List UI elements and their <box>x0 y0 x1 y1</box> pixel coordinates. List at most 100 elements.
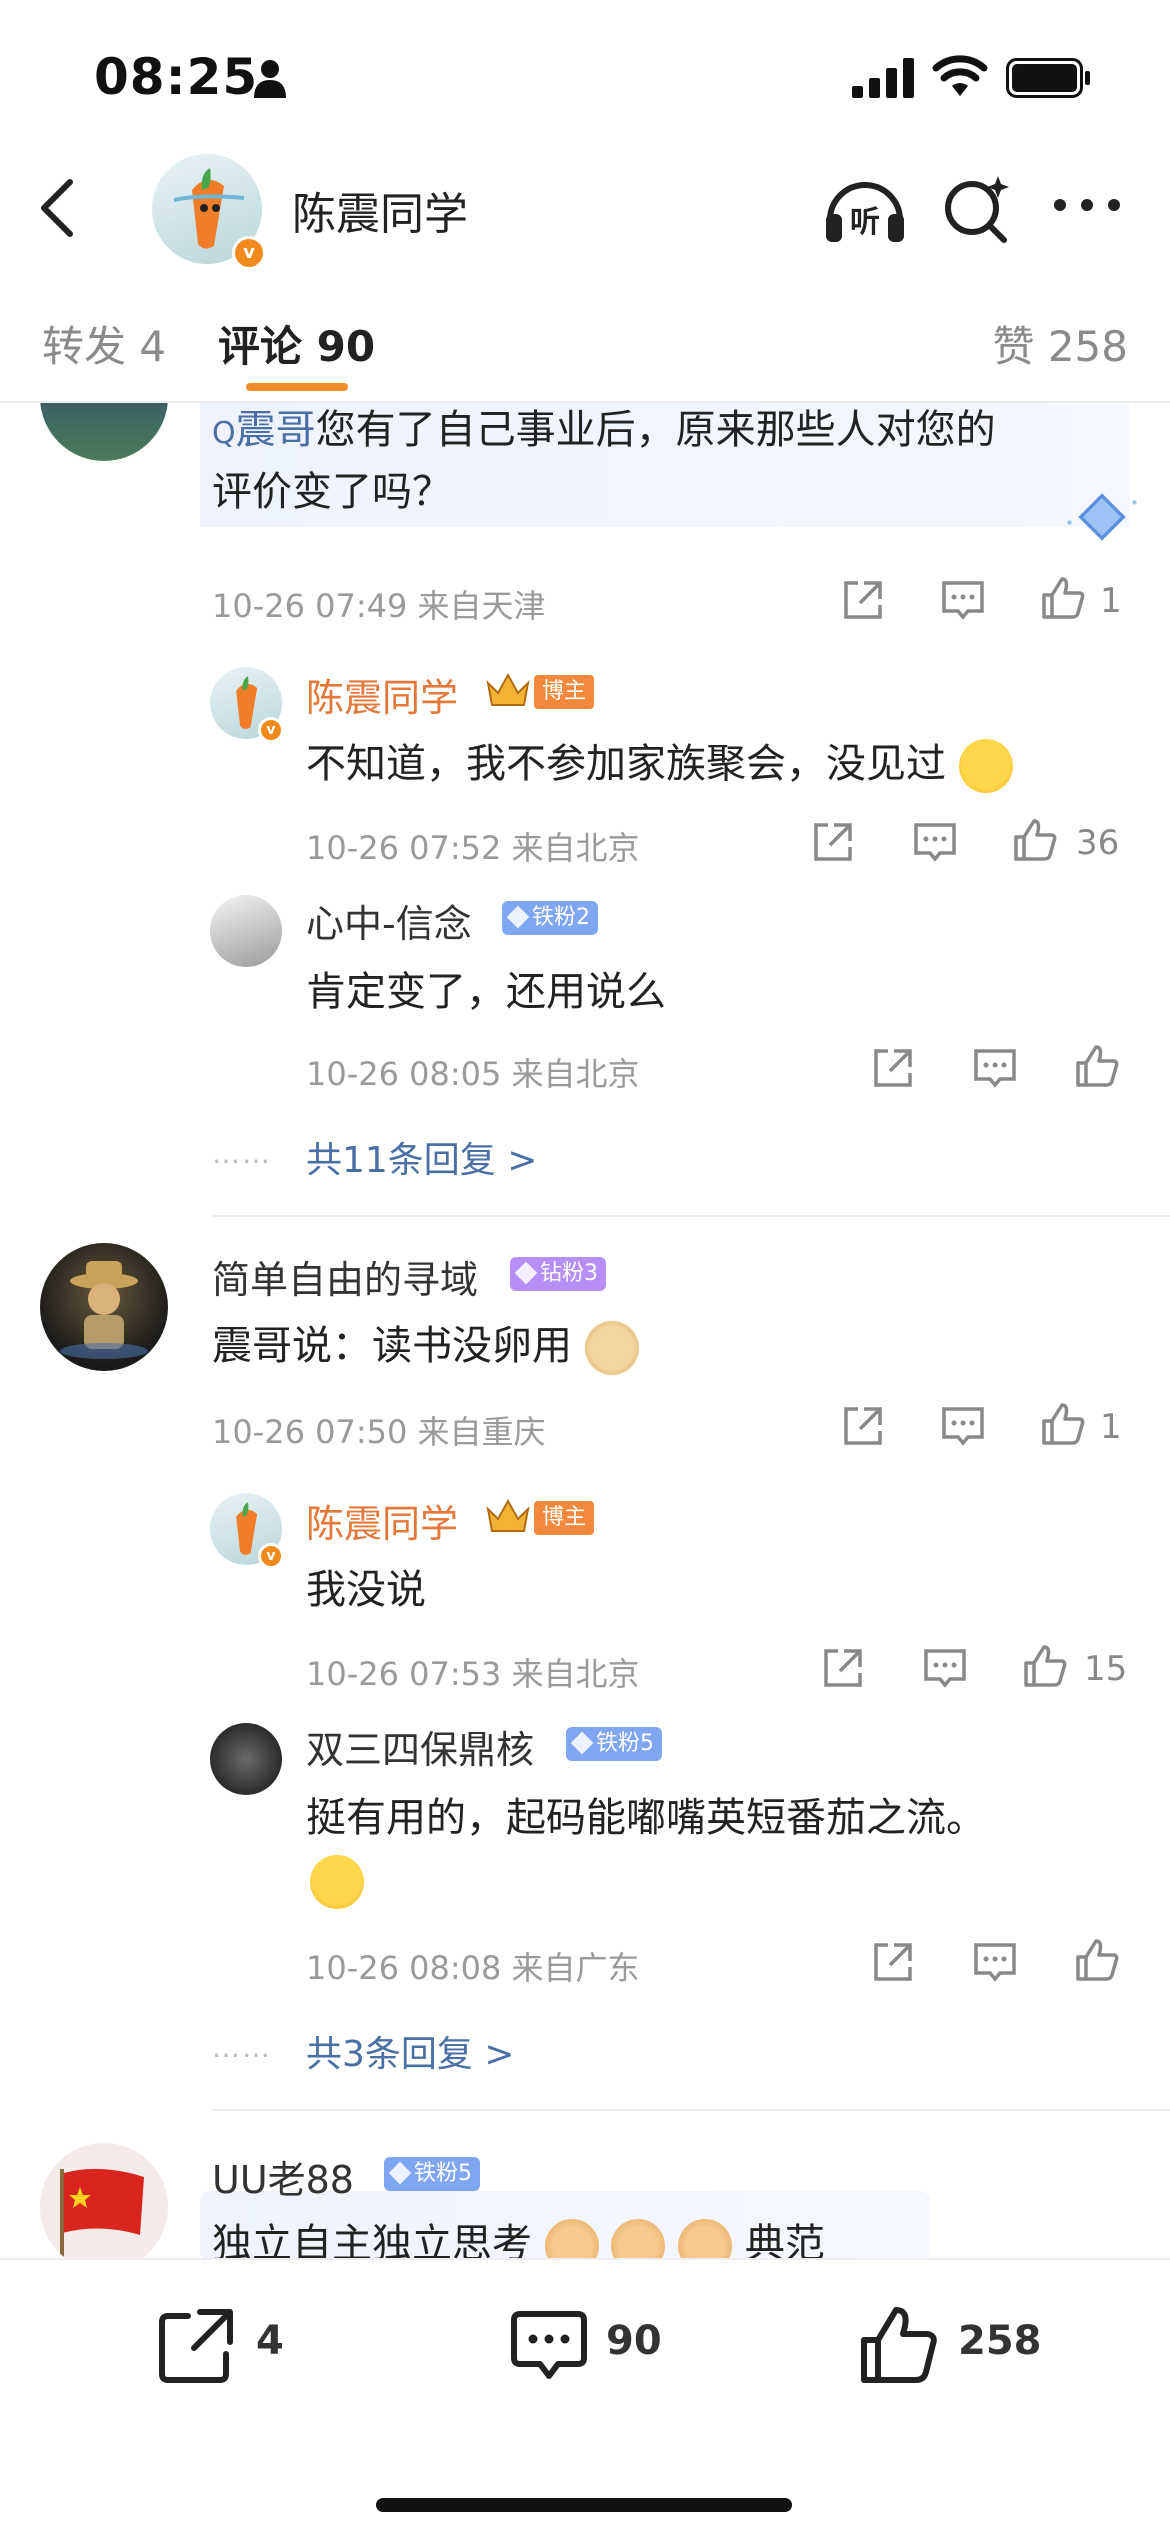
thumbs-up-icon[interactable] <box>1072 1041 1122 1091</box>
comment-icon[interactable] <box>938 1401 988 1451</box>
dotted-leader: …… <box>212 1137 272 1170</box>
thumbs-up-emoji-icon <box>611 2219 666 2258</box>
comment-text: 震哥说：读书没卵用 <box>212 1315 639 1377</box>
diamond-decor-icon <box>1067 493 1137 541</box>
comment-username[interactable]: 简单自由的寻域 <box>212 1249 478 1304</box>
tab-bar: 转发 4 评论 90 赞 258 <box>0 275 1170 403</box>
comment-username[interactable]: UU老88 <box>212 2149 354 2204</box>
thumbs-up-emoji-icon <box>544 2219 599 2258</box>
comment-text: Q震哥您有了自己事业后，原来那些人对您的 <box>212 407 996 453</box>
comment-meta: 10-26 07:50 来自重庆 <box>212 1413 546 1451</box>
reply-username[interactable]: 心中-信念 <box>306 893 472 948</box>
reply-meta: 10-26 07:53 来自北京 <box>306 1655 640 1693</box>
reply-meta: 10-26 07:52 来自北京 <box>306 829 640 867</box>
tab-likes[interactable]: 赞 258 <box>992 313 1128 374</box>
more-replies-link[interactable]: 共11条回复 > <box>306 1131 537 1183</box>
signal-icon <box>852 58 914 98</box>
thumbs-up-icon[interactable] <box>1072 1935 1122 1985</box>
search-small-icon: Q <box>212 416 236 451</box>
share-icon[interactable] <box>808 817 858 867</box>
diamond-icon <box>514 1261 538 1285</box>
doge-emoji-icon <box>584 1321 639 1375</box>
reply-avatar[interactable] <box>210 895 282 967</box>
like-count: 1 <box>1100 581 1122 621</box>
reply-text: 不知道，我不参加家族聚会，没见过 <box>306 733 1013 795</box>
comment-icon[interactable] <box>910 817 960 867</box>
thumbs-up-icon[interactable] <box>1038 1399 1088 1449</box>
tab-active-indicator <box>246 383 348 391</box>
flag-avatar-image <box>60 2168 144 2258</box>
more-icon[interactable] <box>1052 190 1122 220</box>
reply-username[interactable]: 陈震同学 <box>306 667 458 722</box>
share-icon[interactable] <box>868 1043 918 1093</box>
comment-meta: 10-26 07:49 来自天津 <box>212 587 546 625</box>
share-icon[interactable] <box>154 2302 240 2388</box>
reply-text: 挺有用的，起码能嘟嘴英短番茄之流。 <box>306 1795 986 1841</box>
more-replies-link[interactable]: 共3条回复 > <box>306 2025 515 2077</box>
wifi-icon <box>932 55 988 96</box>
diamond-icon <box>506 905 530 929</box>
tab-reposts[interactable]: 转发 4 <box>42 313 166 374</box>
divider <box>212 1215 1170 1217</box>
comment-count[interactable]: 90 <box>606 2318 662 2364</box>
share-icon[interactable] <box>818 1643 868 1693</box>
comment-feed[interactable]: Q震哥您有了自己事业后，原来那些人对您的 评价变了吗？ 10-26 07:49 … <box>0 403 1170 2258</box>
fan-badge: 铁粉2 <box>502 901 598 935</box>
fan-badge: 钻粉3 <box>510 1257 606 1291</box>
reply-meta: 10-26 08:08 来自广东 <box>306 1949 640 1987</box>
reply-username[interactable]: 陈震同学 <box>306 1493 458 1548</box>
home-indicator <box>376 2498 792 2512</box>
back-icon[interactable] <box>30 176 86 240</box>
share-icon[interactable] <box>838 1401 888 1451</box>
repost-count[interactable]: 4 <box>256 2318 284 2364</box>
search-sparkle-icon[interactable] <box>940 170 1012 246</box>
like-count[interactable]: 258 <box>958 2318 1042 2364</box>
cowboy-avatar-image <box>60 1261 148 1359</box>
host-badge: 博主 <box>534 675 595 709</box>
comment-icon[interactable] <box>506 2302 592 2388</box>
comment-avatar[interactable] <box>40 403 168 461</box>
reply-avatar[interactable] <box>210 1723 282 1795</box>
crown-icon <box>486 1498 530 1532</box>
thumbs-up-icon[interactable] <box>1020 1641 1070 1691</box>
diamond-icon <box>570 1731 594 1755</box>
dotted-leader: …… <box>212 2031 272 2064</box>
host-badge: 博主 <box>534 1501 595 1535</box>
comment-text-line2: 评价变了吗？ <box>212 469 452 515</box>
like-count: 36 <box>1076 823 1120 863</box>
verified-badge-icon: v <box>232 236 266 270</box>
thumbs-up-icon[interactable] <box>856 2302 942 2388</box>
bottom-action-bar: 4 90 258 <box>0 2258 1170 2532</box>
comment-avatar[interactable] <box>40 2143 168 2258</box>
status-time: 08:25 <box>94 48 259 106</box>
reply-text: 我没说 <box>306 1567 426 1613</box>
like-count: 1 <box>1100 1407 1122 1447</box>
divider <box>212 2109 1170 2111</box>
comment-icon[interactable] <box>970 1937 1020 1987</box>
share-icon[interactable] <box>868 1937 918 1987</box>
nav-header: v 陈震同学 听 <box>0 140 1170 275</box>
comment-icon[interactable] <box>920 1643 970 1693</box>
crown-icon <box>486 672 530 706</box>
comment-icon[interactable] <box>970 1043 1020 1093</box>
thumbs-up-icon[interactable] <box>1038 573 1088 623</box>
comment-avatar[interactable] <box>40 1243 168 1371</box>
battery-icon <box>1006 58 1090 98</box>
comment-icon[interactable] <box>938 575 988 625</box>
person-icon <box>254 60 286 98</box>
fan-badge: 铁粉5 <box>566 1727 662 1761</box>
reply-username[interactable]: 双三四保鼎核 <box>306 1719 534 1774</box>
thumbs-up-icon[interactable] <box>1010 815 1060 865</box>
page-title: 陈震同学 <box>292 189 468 240</box>
comment-text: 独立自主独立思考 典范 <box>212 2213 825 2258</box>
verified-badge-icon: v <box>258 717 284 743</box>
verified-badge-icon: v <box>258 1543 284 1569</box>
search-keyword-link[interactable]: 震哥 <box>236 407 316 453</box>
svg-text:听: 听 <box>850 205 880 240</box>
status-bar: 08:25 <box>0 0 1170 140</box>
tab-comments[interactable]: 评论 90 <box>218 313 375 374</box>
listen-icon[interactable]: 听 <box>822 170 908 246</box>
fan-badge: 铁粉5 <box>384 2157 480 2191</box>
share-icon[interactable] <box>838 575 888 625</box>
laugh-cry-emoji-icon <box>310 1855 364 1909</box>
